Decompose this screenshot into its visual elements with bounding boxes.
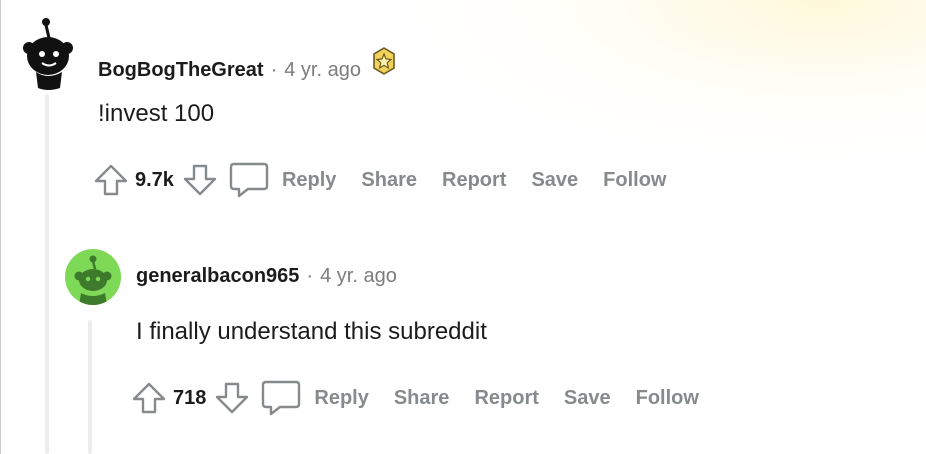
reply-label: Reply (314, 386, 369, 409)
vote-score: 9.7k (135, 168, 174, 191)
snoo-avatar-icon (23, 18, 73, 90)
thread-line[interactable] (45, 94, 49, 454)
comment-bubble-icon (229, 162, 269, 198)
avatar[interactable] (65, 249, 121, 305)
timestamp[interactable]: 4 yr. ago (284, 59, 361, 82)
comment-meta: generalbacon965 · 4 yr. ago (136, 265, 397, 288)
comment-actions: 718 Reply Share Report Save Follow (131, 378, 724, 418)
downvote-icon[interactable] (182, 162, 218, 198)
report-button[interactable]: Report (474, 387, 538, 410)
comment-body: I finally understand this subreddit (136, 318, 487, 345)
vote-score: 718 (173, 386, 207, 409)
comment-bubble-icon (262, 380, 301, 416)
comment-meta: BogBogTheGreat · 4 yr. ago (98, 46, 399, 82)
comment-actions: 9.7k Reply Share Report Save Follow (93, 160, 692, 200)
username[interactable]: BogBogTheGreat (98, 59, 264, 82)
avatar[interactable] (22, 18, 80, 90)
downvote-icon[interactable] (214, 380, 250, 416)
gold-award-icon[interactable] (369, 46, 399, 81)
snoo-avatar-icon (74, 255, 112, 305)
follow-button[interactable]: Follow (636, 387, 699, 410)
report-button[interactable]: Report (442, 169, 506, 192)
save-button[interactable]: Save (564, 387, 611, 410)
comment-body: !invest 100 (98, 100, 215, 127)
follow-button[interactable]: Follow (603, 169, 666, 192)
frame-border (0, 0, 1, 454)
username[interactable]: generalbacon965 (136, 265, 299, 288)
background-glow (406, 0, 926, 160)
upvote-icon[interactable] (93, 162, 129, 198)
reply-button[interactable]: Reply (228, 160, 336, 200)
share-button[interactable]: Share (361, 169, 417, 192)
timestamp[interactable]: 4 yr. ago (320, 265, 397, 288)
reply-label: Reply (281, 168, 337, 191)
reply-button[interactable]: Reply (260, 378, 369, 418)
upvote-icon[interactable] (131, 380, 167, 416)
share-button[interactable]: Share (394, 387, 450, 410)
separator: · (270, 59, 278, 81)
save-button[interactable]: Save (531, 169, 578, 192)
thread-line-nested[interactable] (88, 320, 92, 454)
separator: · (306, 265, 314, 287)
